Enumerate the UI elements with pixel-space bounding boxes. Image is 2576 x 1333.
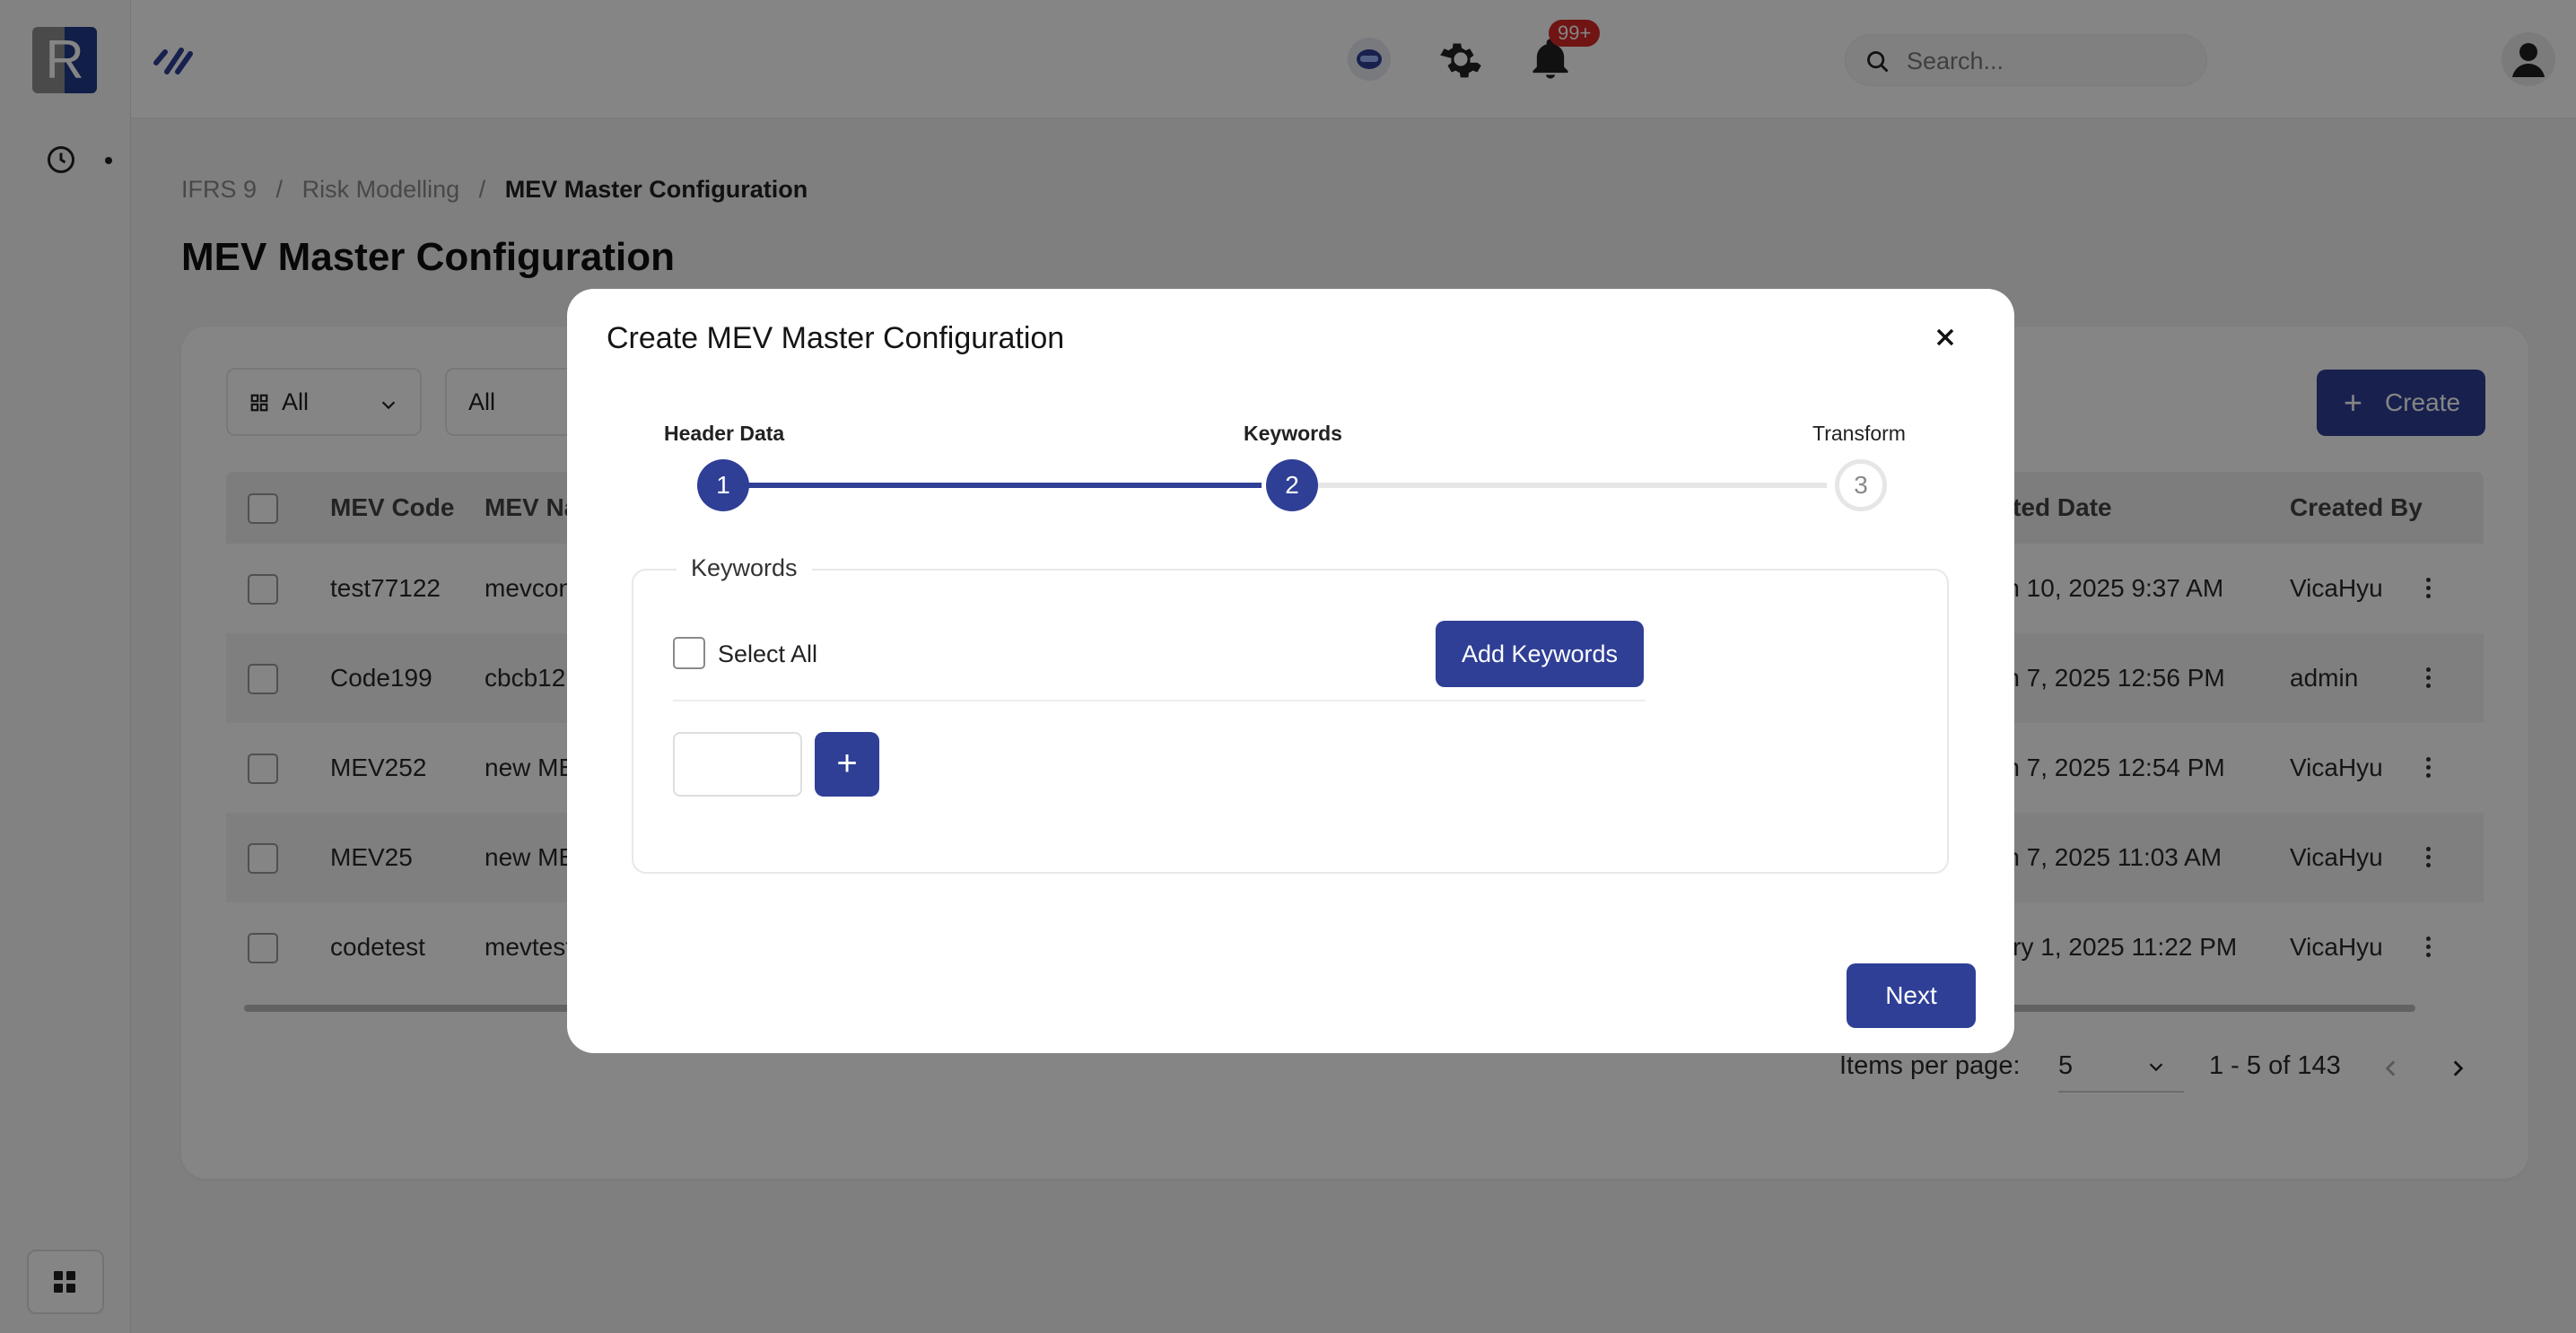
step-3-circle[interactable]: 3: [1835, 459, 1887, 511]
close-icon[interactable]: [1931, 323, 1960, 352]
add-keyword-row-button[interactable]: +: [815, 732, 879, 797]
create-mev-dialog: Create MEV Master Configuration Header D…: [567, 289, 2014, 1053]
keywords-section: Keywords Select All Add Keywords +: [632, 554, 1949, 874]
select-all-label[interactable]: Select All: [718, 640, 817, 668]
section-divider: [673, 700, 1646, 701]
step-label-header-data: Header Data: [664, 422, 785, 445]
next-button[interactable]: Next: [1847, 963, 1976, 1028]
step-label-keywords: Keywords: [1244, 422, 1342, 445]
stepper-progress-line: [720, 483, 1262, 488]
select-all-checkbox[interactable]: [673, 637, 705, 669]
dialog-title: Create MEV Master Configuration: [607, 321, 1065, 355]
step-1-circle[interactable]: 1: [697, 459, 749, 511]
keyword-input[interactable]: [673, 732, 802, 797]
step-2-circle[interactable]: 2: [1266, 459, 1318, 511]
add-keywords-button[interactable]: Add Keywords: [1436, 621, 1644, 687]
stepper-pending-line: [1288, 483, 1827, 488]
plus-icon: +: [836, 744, 858, 783]
keywords-legend: Keywords: [677, 554, 812, 582]
step-label-transform: Transform: [1812, 422, 1906, 445]
